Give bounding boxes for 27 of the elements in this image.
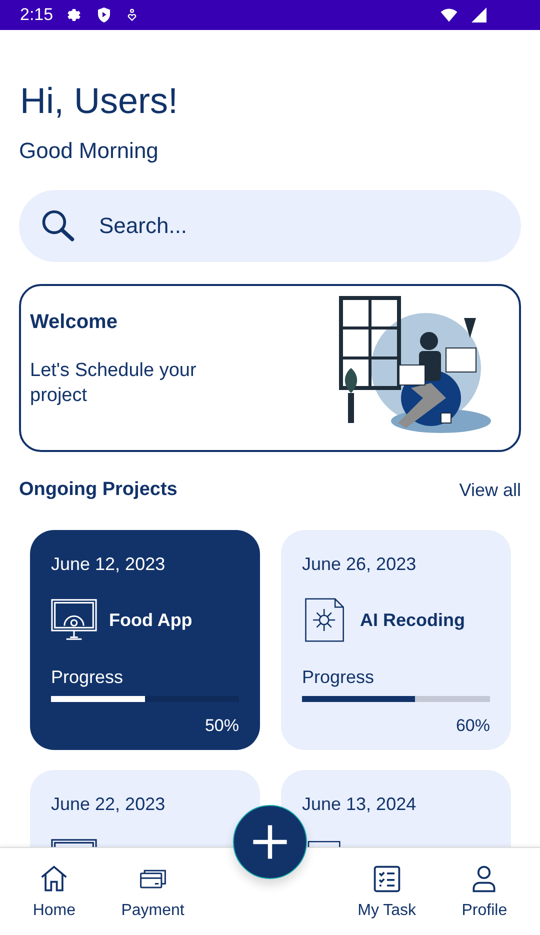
progress-percent: 60% bbox=[454, 716, 490, 736]
view-all-link[interactable]: View all bbox=[459, 480, 521, 500]
project-card[interactable]: June 13, 2024 bbox=[281, 770, 511, 847]
nav-item[interactable]: Profile bbox=[458, 860, 512, 924]
project-name: Food App bbox=[109, 610, 192, 630]
progress-label: Progress bbox=[302, 667, 376, 688]
welcome-title: Welcome bbox=[30, 311, 118, 334]
progress-percent: 50% bbox=[204, 716, 239, 736]
nav-item[interactable]: My Task bbox=[354, 860, 420, 924]
project-date: June 22, 2023 bbox=[51, 794, 166, 815]
project-date: June 12, 2023 bbox=[51, 554, 166, 575]
section-title: Ongoing Projects bbox=[19, 479, 178, 501]
search-field[interactable]: Search... bbox=[19, 190, 521, 262]
project-card[interactable]: June 22, 2023 bbox=[30, 770, 260, 847]
search-input[interactable]: Search... bbox=[97, 212, 501, 240]
project-name: AI Recoding bbox=[360, 610, 466, 630]
greeting-title: Hi, Users! bbox=[20, 80, 180, 122]
progress-label: Progress bbox=[51, 667, 124, 688]
project-date: June 26, 2023 bbox=[302, 554, 418, 575]
project-date: June 13, 2024 bbox=[302, 794, 418, 815]
nav-item[interactable]: Home bbox=[28, 860, 80, 924]
project-card[interactable]: June 12, 2023 Food App Progress 50% bbox=[30, 530, 260, 750]
status-time: 2:15 bbox=[20, 5, 54, 25]
nav-item[interactable]: Payment bbox=[117, 860, 188, 924]
welcome-text: Let's Schedule your project bbox=[30, 359, 198, 408]
greeting-subtitle: Good Morning bbox=[19, 138, 160, 164]
project-card[interactable]: June 26, 2023 AI Recoding Progress 60% bbox=[281, 530, 511, 750]
